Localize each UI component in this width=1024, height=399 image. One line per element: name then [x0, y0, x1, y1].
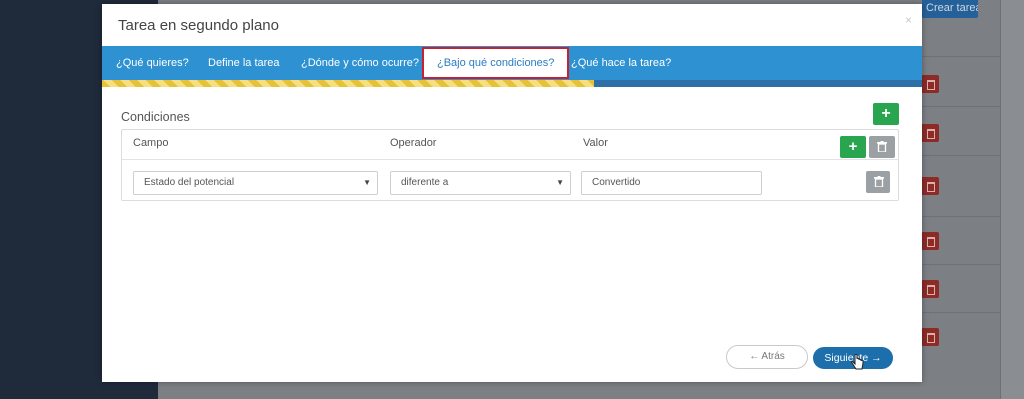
value-input-text: Convertido [592, 177, 641, 188]
delete-condition-button[interactable] [866, 171, 890, 193]
conditions-table: Campo Operador Valor + Estado del potenc… [121, 129, 899, 201]
add-condition-button[interactable]: + [840, 136, 866, 158]
conditions-title: Condiciones [121, 110, 190, 124]
wizard-progress-fill [102, 80, 594, 87]
back-button[interactable]: ← Atrás [726, 345, 808, 369]
column-header-field: Campo [133, 137, 169, 149]
caret-down-icon: ▼ [556, 178, 564, 187]
background-trash-icon [921, 124, 939, 142]
close-icon[interactable]: × [905, 13, 912, 27]
wizard-progress-bar [102, 80, 922, 87]
tab-define-task[interactable]: Define la tarea [208, 46, 280, 80]
background-scroll-strip [1000, 0, 1024, 399]
plus-icon: + [848, 138, 858, 155]
column-header-operator: Operador [390, 137, 437, 149]
background-row-divider [910, 312, 1000, 313]
background-row-divider [910, 216, 1000, 217]
background-row-divider [910, 56, 1000, 57]
wizard-tab-bar: ¿Qué quieres? Define la tarea ¿Dónde y c… [102, 46, 922, 80]
tab-what-task-does[interactable]: ¿Qué hace la tarea? [571, 46, 671, 80]
background-row-divider [910, 106, 1000, 107]
task-modal: Tarea en segundo plano × ¿Qué quieres? D… [102, 4, 922, 382]
create-task-button: Crear tarea [922, 0, 978, 18]
field-select-value: Estado del potencial [144, 177, 235, 188]
hand-pointer-icon [851, 354, 864, 370]
tab-conditions[interactable]: ¿Bajo qué condiciones? [422, 47, 570, 79]
background-trash-icon [921, 75, 939, 93]
background-row-divider [910, 155, 1000, 156]
operator-select-value: diferente a [401, 177, 449, 188]
modal-title: Tarea en segundo plano [118, 17, 279, 34]
trash-icon [874, 176, 884, 187]
plus-icon: + [881, 105, 891, 122]
tab-where-how[interactable]: ¿Dónde y cómo ocurre? [301, 46, 419, 80]
background-trash-icon [921, 177, 939, 195]
column-header-value: Valor [583, 137, 608, 149]
field-select[interactable]: Estado del potencial ▼ [133, 171, 378, 195]
background-trash-icon [921, 280, 939, 298]
conditions-table-header: Campo Operador Valor + [122, 130, 898, 160]
delete-group-button[interactable] [869, 136, 895, 158]
tab-what-you-want[interactable]: ¿Qué quieres? [116, 46, 189, 80]
add-condition-group-button[interactable]: + [873, 103, 899, 125]
background-trash-icon [921, 328, 939, 346]
value-input[interactable]: Convertido [581, 171, 762, 195]
trash-icon [877, 141, 887, 152]
background-trash-icon [921, 232, 939, 250]
background-row-divider [910, 264, 1000, 265]
caret-down-icon: ▼ [363, 178, 371, 187]
operator-select[interactable]: diferente a ▼ [390, 171, 571, 195]
